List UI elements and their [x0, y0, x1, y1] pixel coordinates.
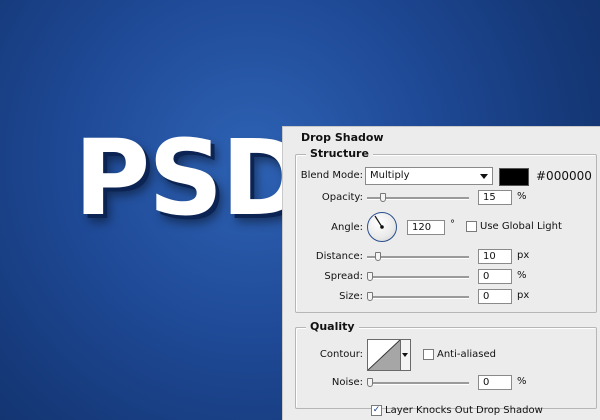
opacity-slider-thumb[interactable]	[380, 193, 386, 202]
opacity-input[interactable]: 15	[478, 190, 512, 205]
noise-slider[interactable]	[367, 378, 469, 388]
angle-dial-indicator	[374, 215, 384, 229]
noise-input[interactable]: 0	[478, 375, 512, 390]
size-slider[interactable]	[367, 292, 469, 302]
size-slider-thumb[interactable]	[367, 292, 373, 301]
angle-dial[interactable]	[367, 212, 397, 242]
size-unit: px	[517, 290, 530, 301]
distance-label: Distance:	[315, 251, 363, 262]
blend-mode-value: Multiply	[370, 170, 410, 181]
drop-shadow-panel: Drop Shadow Structure Blend Mode: Multip…	[282, 126, 600, 420]
noise-slider-thumb[interactable]	[367, 378, 373, 387]
opacity-unit: %	[517, 191, 527, 202]
layer-knocks-out-label: Layer Knocks Out Drop Shadow	[385, 405, 543, 416]
blend-mode-select[interactable]: Multiply	[365, 167, 493, 185]
spread-input[interactable]: 0	[478, 269, 512, 284]
noise-label: Noise:	[331, 377, 363, 388]
angle-input[interactable]: 120	[407, 220, 445, 235]
size-slider-track	[367, 296, 469, 299]
shadow-color-swatch[interactable]	[499, 168, 529, 186]
contour-dropdown-button[interactable]	[401, 339, 411, 371]
shadow-color-hex: #000000	[536, 169, 592, 183]
opacity-slider[interactable]	[367, 193, 469, 203]
distance-slider-track	[367, 256, 469, 259]
spread-label: Spread:	[324, 271, 363, 282]
contour-label: Contour:	[319, 349, 363, 360]
noise-slider-track	[367, 382, 469, 385]
distance-input[interactable]: 10	[478, 249, 512, 264]
anti-aliased-checkbox[interactable]	[423, 349, 434, 360]
quality-title: Quality	[306, 320, 359, 333]
panel-header: Drop Shadow	[301, 131, 384, 144]
size-label: Size:	[339, 291, 363, 302]
distance-slider-thumb[interactable]	[375, 252, 381, 261]
angle-unit: °	[450, 219, 455, 230]
psd-title-text: PSD	[74, 117, 307, 239]
chevron-down-icon	[480, 174, 488, 179]
layer-knocks-out-checkbox[interactable]: ✓	[371, 405, 382, 416]
distance-unit: px	[517, 250, 530, 261]
opacity-label: Opacity:	[321, 192, 363, 203]
angle-label: Angle:	[331, 222, 363, 233]
spread-slider-thumb[interactable]	[367, 272, 373, 281]
contour-curve-icon	[367, 339, 401, 371]
structure-title: Structure	[306, 147, 373, 160]
spread-slider-track	[367, 276, 469, 279]
anti-aliased-label: Anti-aliased	[437, 349, 497, 360]
spread-unit: %	[517, 270, 527, 281]
distance-slider[interactable]	[367, 252, 469, 262]
noise-unit: %	[517, 376, 527, 387]
use-global-light-label: Use Global Light	[480, 221, 562, 232]
blend-mode-label: Blend Mode:	[300, 170, 363, 181]
quality-group: Quality	[295, 320, 597, 409]
contour-preview[interactable]	[367, 339, 401, 371]
spread-slider[interactable]	[367, 272, 469, 282]
chevron-down-icon	[402, 353, 408, 357]
size-input[interactable]: 0	[478, 289, 512, 304]
use-global-light-checkbox[interactable]	[466, 221, 477, 232]
